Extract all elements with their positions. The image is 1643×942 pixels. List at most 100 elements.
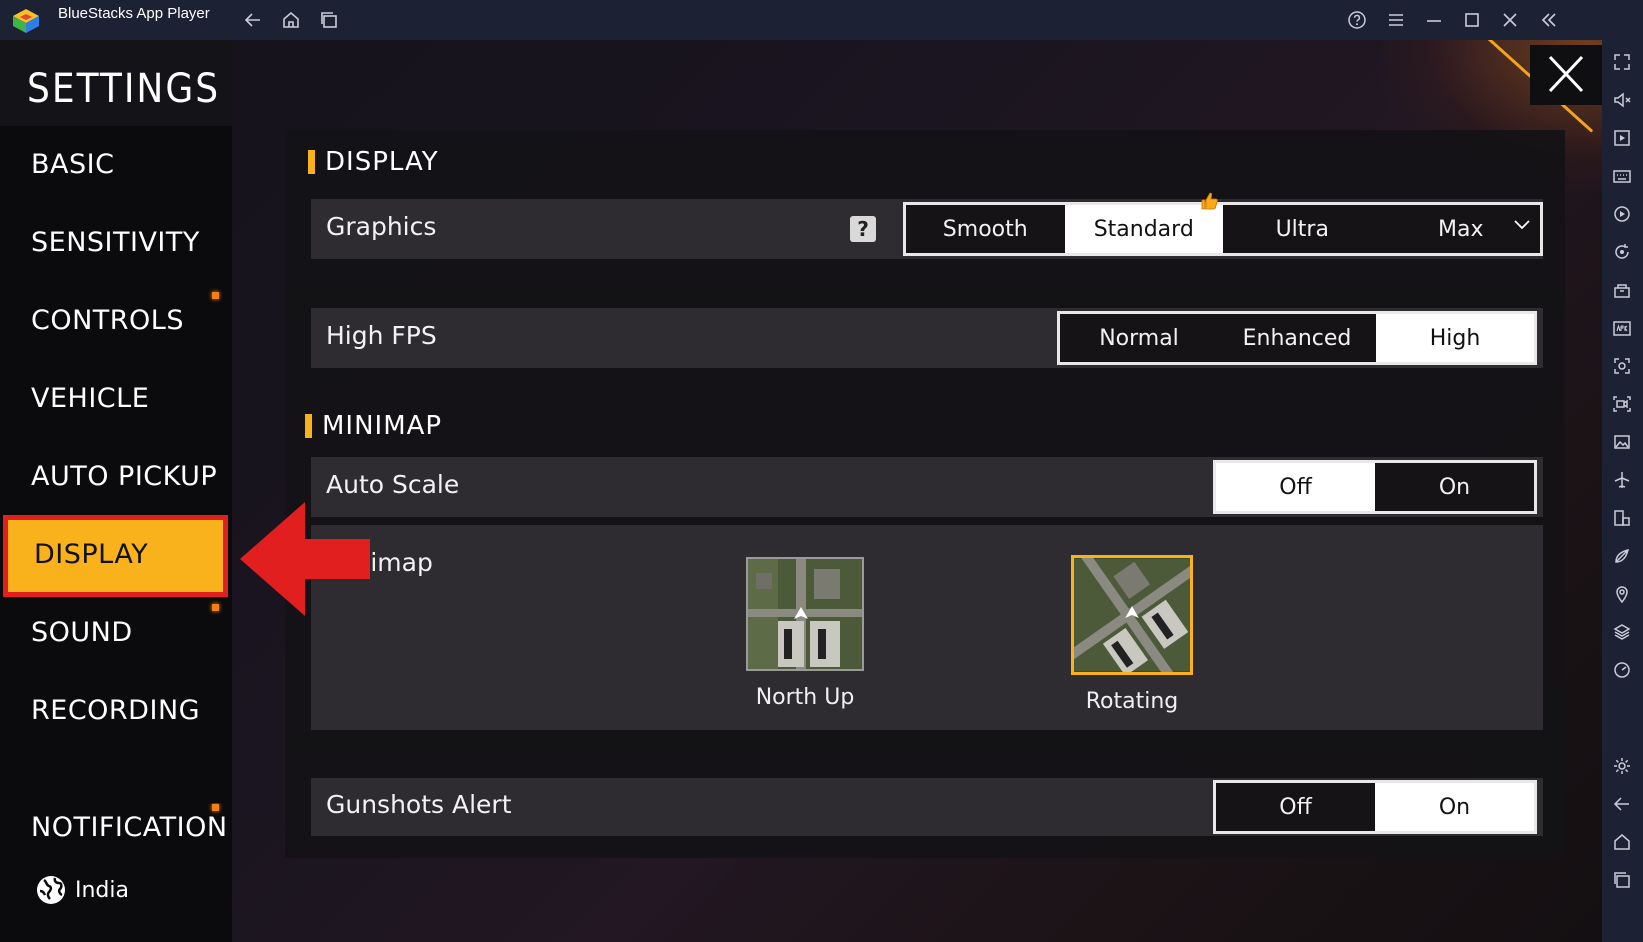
eco-mode-icon[interactable] (1612, 546, 1632, 566)
map-caption: North Up (755, 685, 855, 710)
menu-icon[interactable] (1386, 10, 1406, 30)
map-caption: Rotating (1085, 689, 1179, 714)
title-bar: BlueStacks App Player (0, 0, 1643, 40)
maximize-icon[interactable] (1462, 10, 1482, 30)
nav-label: DISPLAY (34, 539, 149, 570)
red-annotation-arrow (240, 502, 370, 616)
location-icon[interactable] (1612, 584, 1632, 604)
speed-icon[interactable] (1612, 660, 1632, 680)
back-arrow-icon[interactable] (243, 10, 263, 30)
globe-icon (37, 876, 65, 904)
settings-sidebar: SETTINGS BASIC SENSITIVITY CONTROLS VEHI… (0, 40, 232, 942)
settings-icon[interactable] (1612, 756, 1632, 776)
nav-label: CONTROLS (31, 305, 184, 336)
display-section-title: DISPLAY (308, 147, 439, 177)
back-icon[interactable] (1612, 794, 1632, 814)
airplane-icon[interactable] (1612, 470, 1632, 490)
nav-item-display[interactable]: DISPLAY (3, 515, 228, 597)
volume-icon[interactable] (1612, 90, 1632, 110)
media-manager-icon[interactable] (1612, 128, 1632, 148)
graphics-option-ultra[interactable]: Ultra (1223, 205, 1382, 253)
minimap-section-title: MINIMAP (305, 411, 442, 441)
fullscreen-icon[interactable] (1612, 52, 1632, 72)
multi-instance-icon[interactable] (1612, 280, 1632, 300)
close-icon[interactable] (1500, 10, 1520, 30)
fps-option-normal[interactable]: Normal (1060, 314, 1218, 362)
option-label: Enhanced (1242, 325, 1352, 351)
new-indicator-dot (212, 804, 219, 811)
graphics-quality-selector: Smooth Standard Ultra Max (903, 192, 1543, 256)
high-fps-label: High FPS (326, 321, 437, 350)
nav-item-sound[interactable]: SOUND (0, 595, 232, 673)
help-icon[interactable] (1347, 10, 1367, 30)
section-accent-bar (308, 150, 315, 174)
settings-header: SETTINGS (0, 40, 232, 126)
option-label: On (1438, 794, 1471, 820)
fps-option-enhanced[interactable]: Enhanced (1218, 314, 1376, 362)
region-selector[interactable]: India (35, 873, 129, 907)
screenshot-icon[interactable] (1612, 356, 1632, 376)
minimap-mode-row: Minimap (311, 525, 1543, 730)
home-icon[interactable] (281, 10, 301, 30)
gunshots-alert-on[interactable]: On (1375, 783, 1534, 831)
nav-label: SENSITIVITY (31, 227, 200, 258)
bluestacks-logo-icon (12, 8, 40, 34)
graphics-option-max[interactable]: Max (1382, 205, 1541, 253)
auto-scale-label: Auto Scale (326, 470, 460, 499)
new-indicator-dot (212, 604, 219, 611)
app-title: BlueStacks App Player (58, 5, 210, 22)
new-indicator-dot (212, 292, 219, 299)
nav-item-controls[interactable]: CONTROLS (0, 283, 232, 361)
minimap-option-rotating[interactable]: Rotating (1071, 555, 1193, 714)
option-label: Smooth (942, 216, 1028, 242)
home-icon[interactable] (1612, 832, 1632, 852)
gunshots-alert-label: Gunshots Alert (326, 790, 512, 819)
nav-item-notification[interactable]: NOTIFICATION (0, 803, 232, 837)
settings-title: SETTINGS (27, 66, 221, 112)
minimize-icon[interactable] (1424, 10, 1444, 30)
option-label: Normal (1099, 325, 1179, 351)
graphics-option-smooth[interactable]: Smooth (906, 205, 1065, 253)
multi-window-icon[interactable] (1612, 508, 1632, 528)
minimap-option-north-up[interactable]: North Up (746, 557, 864, 710)
auto-scale-on[interactable]: On (1375, 463, 1534, 511)
nav-label: NOTIFICATION (31, 812, 228, 837)
rotating-thumbnail (1071, 555, 1193, 675)
nav-label: AUTO PICKUP (31, 461, 218, 492)
apk-install-icon[interactable] (1612, 318, 1632, 338)
high-fps-selector: Normal Enhanced High (1057, 311, 1537, 365)
auto-scale-off[interactable]: Off (1216, 463, 1375, 511)
section-title-text: MINIMAP (322, 411, 443, 441)
section-accent-bar (305, 414, 312, 438)
close-settings-button[interactable] (1530, 45, 1602, 105)
option-label: Off (1279, 474, 1312, 500)
collapse-sidebar-icon[interactable] (1539, 10, 1559, 30)
graphics-option-standard[interactable]: Standard (1064, 192, 1223, 253)
graphics-help-icon[interactable]: ? (850, 216, 876, 242)
north-up-thumbnail (746, 557, 864, 671)
nav-item-recording[interactable]: RECORDING (0, 673, 232, 751)
nav-label: SOUND (31, 617, 133, 648)
nav-item-vehicle[interactable]: VEHICLE (0, 361, 232, 439)
record-icon[interactable] (1612, 394, 1632, 414)
gunshots-alert-off[interactable]: Off (1216, 783, 1375, 831)
nav-item-basic[interactable]: BASIC (0, 127, 232, 205)
option-label: Standard (1093, 216, 1194, 242)
option-label: Off (1279, 794, 1312, 820)
layers-icon[interactable] (1612, 622, 1632, 642)
macro-icon[interactable] (1612, 204, 1632, 224)
game-area: SETTINGS BASIC SENSITIVITY CONTROLS VEHI… (0, 40, 1602, 942)
option-label: High (1429, 325, 1481, 351)
nav-item-auto-pickup[interactable]: AUTO PICKUP (0, 439, 232, 517)
nav-label: VEHICLE (31, 383, 150, 414)
recents-icon[interactable] (1612, 870, 1632, 890)
region-label: India (75, 877, 129, 903)
recommended-thumbs-up-icon (1201, 192, 1218, 210)
rotate-icon[interactable] (1612, 242, 1632, 262)
gallery-icon[interactable] (1612, 432, 1632, 452)
nav-item-sensitivity[interactable]: SENSITIVITY (0, 205, 232, 283)
option-label: On (1438, 474, 1471, 500)
recent-apps-icon[interactable] (319, 10, 339, 30)
keyboard-icon[interactable] (1612, 166, 1632, 186)
fps-option-high[interactable]: High (1376, 314, 1534, 362)
